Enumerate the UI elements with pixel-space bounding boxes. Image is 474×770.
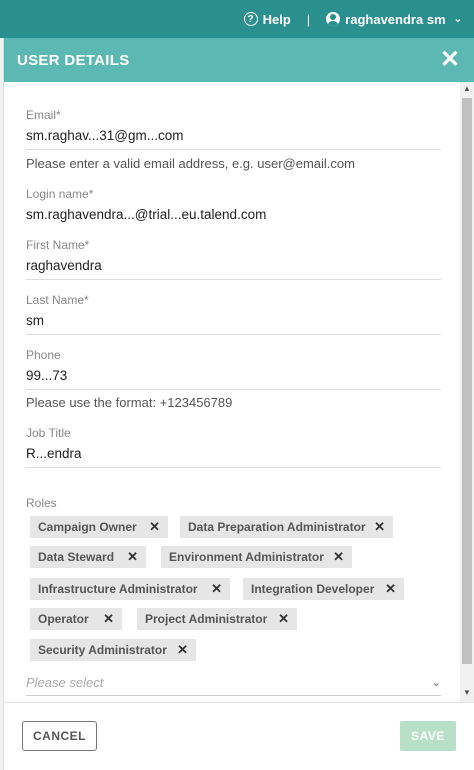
user-icon [326,12,341,26]
roles-field: Roles [26,496,441,510]
scroll-down-icon[interactable]: ▼ [463,688,471,697]
role-chip: Campaign Owner ✕ [30,516,168,538]
role-chip-label: Environment Administrator [169,550,324,564]
last-name-field[interactable]: Last Name* sm [26,293,441,335]
login-name-value: sm.raghavendra...@trial...eu.talend.com [26,207,267,222]
role-chip: Security Administrator ✕ [30,639,196,661]
remove-role-icon[interactable]: ✕ [211,581,222,597]
remove-role-icon[interactable]: ✕ [385,581,396,597]
panel-title: USER DETAILS [17,51,130,69]
chevron-down-icon: ⌄ [453,13,462,25]
role-chip-label: Data Steward [38,550,115,564]
remove-role-icon[interactable]: ✕ [103,611,114,627]
phone-field[interactable]: Phone 99...73 [26,348,441,390]
first-name-label: First Name* [26,238,90,252]
role-chip-label: Operator [38,612,89,626]
roles-select-placeholder: Please select [26,675,104,690]
remove-role-icon[interactable]: ✕ [127,549,138,565]
remove-role-icon[interactable]: ✕ [333,549,344,565]
role-chip-label: Project Administrator [145,612,268,626]
save-button[interactable]: SAVE [400,721,456,751]
remove-role-icon[interactable]: ✕ [149,519,160,535]
user-menu[interactable]: raghavendra sm ⌄ [326,12,462,27]
topbar-separator: | [306,11,311,27]
roles-select[interactable]: Please select ⌄ [26,670,441,696]
scrollbar-thumb[interactable] [462,98,472,664]
phone-hint: Please use the format: +123456789 [26,395,233,410]
panel-header: USER DETAILS ✕ [4,38,474,82]
phone-input[interactable]: 99...73 [26,368,441,390]
role-chip: Data Steward ✕ [30,546,146,568]
roles-label: Roles [26,496,57,510]
panel-footer: CANCEL SAVE [4,702,474,768]
role-chip-label: Data Preparation Administrator [188,520,366,534]
email-input[interactable]: sm.raghav...31@gm...com [26,128,441,150]
role-chip: Operator ✕ [30,608,122,630]
email-hint: Please enter a valid email address, e.g.… [26,156,355,171]
job-title-label: Job Title [26,426,71,440]
first-name-input[interactable]: raghavendra [26,258,441,280]
role-chip: Project Administrator ✕ [137,608,297,630]
remove-role-icon[interactable]: ✕ [374,519,385,535]
role-chip-label: Campaign Owner [38,520,137,534]
help-icon: ? [243,12,258,26]
role-chip-label: Infrastructure Administrator [38,582,198,596]
close-icon[interactable]: ✕ [440,48,460,72]
role-chip: Integration Developer ✕ [243,578,404,600]
top-bar: ? Help | raghavendra sm ⌄ [0,0,474,38]
job-title-input[interactable]: R...endra [26,446,441,468]
email-label: Email* [26,108,61,122]
job-title-field[interactable]: Job Title R...endra [26,426,441,468]
last-name-input[interactable]: sm [26,313,441,335]
role-chip: Data Preparation Administrator ✕ [180,516,393,538]
scrollbar[interactable]: ▲ ▼ [460,82,474,702]
role-chip-label: Integration Developer [251,582,375,596]
user-details-form: Email* sm.raghav...31@gm...com Please en… [4,82,462,702]
scroll-up-icon[interactable]: ▲ [463,84,471,93]
login-name-label: Login name* [26,187,94,201]
help-label: Help [262,11,291,27]
role-chip: Environment Administrator ✕ [161,546,352,568]
role-chip-label: Security Administrator [38,643,167,657]
remove-role-icon[interactable]: ✕ [177,642,188,658]
remove-role-icon[interactable]: ✕ [278,611,289,627]
last-name-label: Last Name* [26,293,89,307]
chevron-down-icon: ⌄ [431,677,441,689]
role-chip: Infrastructure Administrator ✕ [30,578,230,600]
login-name-field: Login name* sm.raghavendra...@trial...eu… [26,187,441,229]
user-name: raghavendra sm [345,11,446,27]
first-name-field[interactable]: First Name* raghavendra [26,238,441,280]
phone-label: Phone [26,348,61,362]
help-link[interactable]: ? Help [243,11,291,27]
cancel-button[interactable]: CANCEL [22,721,97,751]
email-field[interactable]: Email* sm.raghav...31@gm...com [26,108,441,150]
